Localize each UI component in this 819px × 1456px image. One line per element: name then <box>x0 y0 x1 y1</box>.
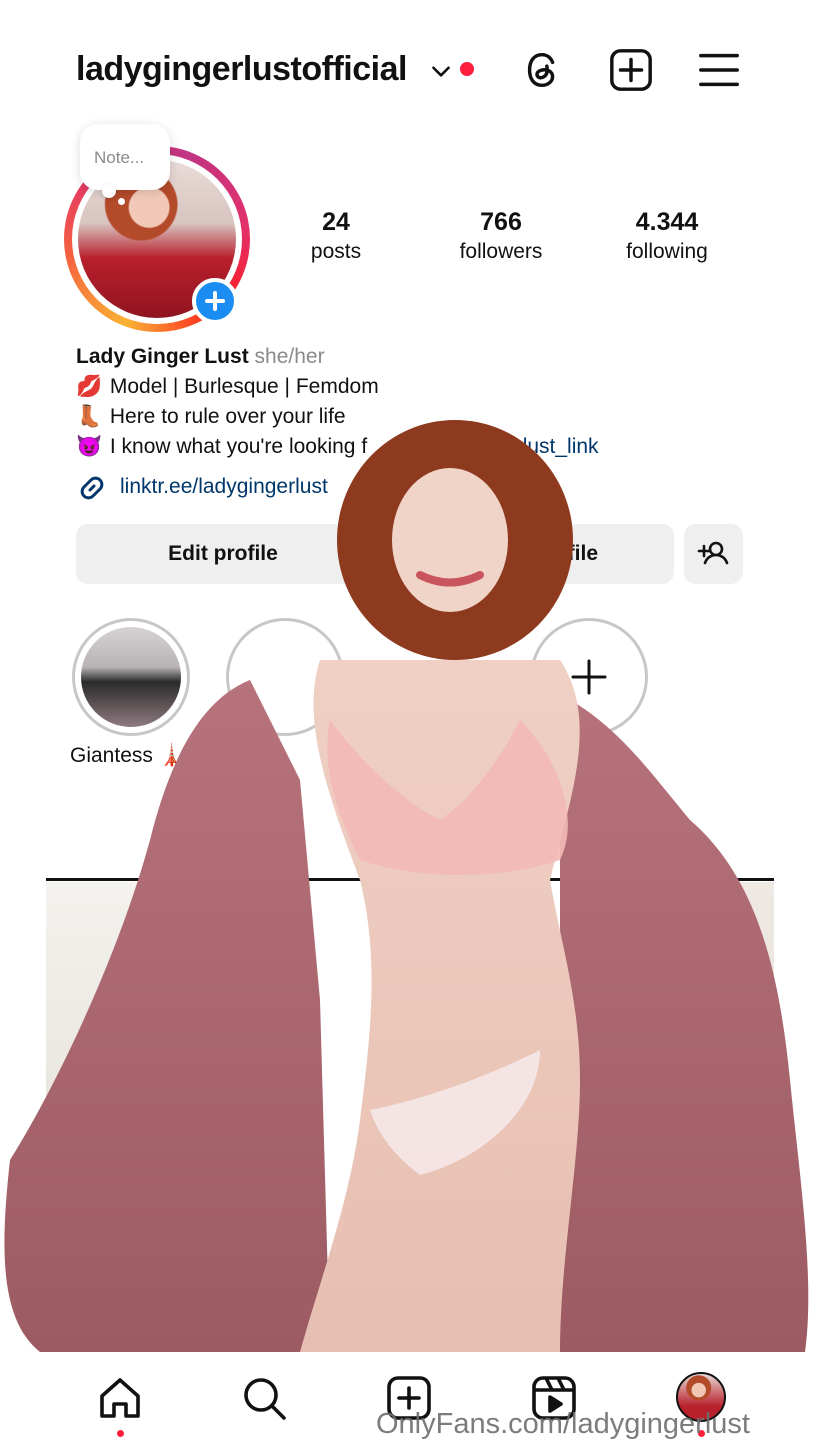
bio-line: 👢 Here to rule over your life <box>76 402 776 432</box>
bio-line-text: Here to rule over your life <box>109 405 346 428</box>
stat-posts[interactable]: 24 posts <box>271 208 401 264</box>
post-thumbnail[interactable] <box>724 882 774 1352</box>
link-icon <box>80 476 104 500</box>
devil-emoji: 😈 <box>76 435 103 458</box>
add-person-icon <box>697 541 729 565</box>
mention-link[interactable]: @gingerlust_link <box>443 435 599 458</box>
profile-screen: ladygingerlustofficial Note... 24 posts … <box>44 0 819 1456</box>
display-name: Lady Ginger Lust <box>76 345 249 368</box>
edit-profile-button[interactable]: Edit profile <box>76 524 370 584</box>
stat-following-label: following <box>626 240 708 263</box>
account-username[interactable]: ladygingerlustofficial <box>76 50 407 89</box>
chevron-down-icon[interactable] <box>428 58 454 84</box>
threads-icon[interactable] <box>520 47 566 93</box>
highlight-giantess[interactable] <box>72 618 190 736</box>
boot-emoji: 👢 <box>76 405 103 428</box>
create-plus-icon[interactable] <box>608 47 654 93</box>
bio-line: 😈 I know what you're looking f @gingerlu… <box>76 432 776 462</box>
profile-header: ladygingerlustofficial <box>44 40 819 100</box>
menu-icon[interactable] <box>696 47 742 93</box>
profile-bio: Lady Ginger Lust she/her 💋 Model | Burle… <box>76 342 776 462</box>
stat-posts-label: posts <box>310 240 362 263</box>
bio-line-text: I know what you're looking f <box>109 435 368 458</box>
pronouns: she/her <box>254 345 325 368</box>
discover-people-button[interactable] <box>684 524 743 584</box>
note-tail <box>102 184 116 198</box>
highlight-label: Giantess 🗼 <box>70 744 185 767</box>
plus-icon <box>571 659 607 695</box>
lips-emoji: 💋 <box>76 375 103 398</box>
note-tail-small <box>118 198 125 205</box>
highlight-2[interactable] <box>226 618 344 736</box>
stat-followers-label: followers <box>459 240 543 263</box>
search-icon[interactable] <box>240 1374 288 1422</box>
highlight-cover <box>81 627 181 727</box>
watermark-text: OnlyFans.com/ladygingerlust <box>376 1408 750 1440</box>
notification-dot <box>460 62 474 76</box>
post-thumbnail[interactable] <box>46 882 136 1352</box>
bio-line-text: Model | Burlesque | Femdom <box>109 375 379 398</box>
stat-followers[interactable]: 766 followers <box>436 208 566 264</box>
grid-tab-indicator <box>46 878 774 881</box>
note-bubble[interactable]: Note... <box>80 124 170 190</box>
bio-link-text: linktr.ee/ladygingerlust <box>120 475 328 498</box>
note-placeholder: Note... <box>94 148 145 167</box>
home-activity-dot <box>117 1430 124 1437</box>
share-profile-button[interactable]: file <box>380 524 674 584</box>
stat-posts-value: 24 <box>322 208 350 236</box>
home-icon[interactable] <box>96 1374 144 1422</box>
add-story-button[interactable] <box>192 278 238 324</box>
stat-followers-value: 766 <box>480 208 522 236</box>
stat-following[interactable]: 4.344 following <box>602 208 732 264</box>
stat-following-value: 4.344 <box>635 208 699 236</box>
new-highlight-button[interactable] <box>530 618 648 736</box>
bio-line: 💋 Model | Burlesque | Femdom <box>76 372 776 402</box>
